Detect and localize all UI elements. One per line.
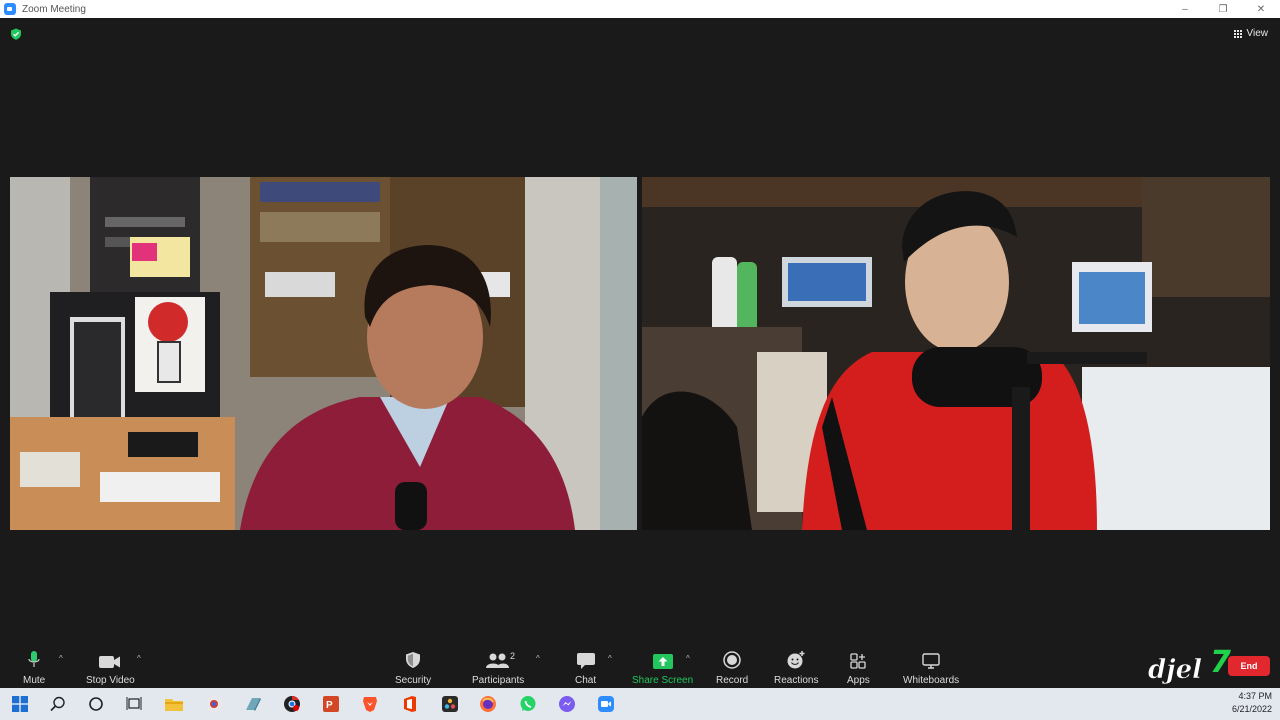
search-icon[interactable] — [48, 694, 68, 714]
svg-text:P: P — [326, 700, 333, 711]
view-label: View — [1246, 28, 1269, 39]
participant-video-tile[interactable] — [642, 177, 1270, 530]
powerpoint-icon[interactable]: P — [321, 694, 341, 714]
svg-text:djel: djel — [1148, 655, 1202, 685]
chat-button[interactable]: Chat — [575, 649, 596, 686]
zoom-window: Zoom Meeting – ❐ ✕ View Mute ^ Stop Vide… — [0, 0, 1280, 720]
app-icon[interactable] — [204, 694, 224, 714]
record-button[interactable]: Record — [716, 649, 748, 686]
reactions-button[interactable]: Reactions — [774, 649, 818, 686]
mute-button[interactable]: Mute — [23, 649, 45, 686]
firefox-icon[interactable] — [478, 694, 498, 714]
zoom-app-icon — [4, 3, 16, 15]
apps-button[interactable]: Apps — [847, 649, 870, 686]
smiley-plus-icon — [786, 649, 806, 669]
shield-check-icon[interactable] — [10, 28, 22, 40]
chat-options-caret[interactable]: ^ — [608, 654, 612, 663]
messenger-icon[interactable] — [557, 694, 577, 714]
apps-icon — [850, 649, 867, 669]
whatsapp-icon[interactable] — [518, 694, 538, 714]
participants-count: 2 — [510, 651, 516, 661]
participants-options-caret[interactable]: ^ — [536, 654, 540, 663]
cortana-icon[interactable] — [86, 694, 106, 714]
view-button[interactable]: View — [1234, 28, 1269, 39]
title-bar: Zoom Meeting – ❐ ✕ — [0, 0, 1280, 18]
clock-time: 4:37 PM — [1238, 691, 1272, 701]
windows-taskbar: P — [0, 688, 1280, 720]
meeting-toolbar: Mute ^ Stop Video ^ Security Participant… — [0, 645, 1280, 688]
participants-button[interactable]: Participants 2 — [472, 649, 524, 686]
system-clock[interactable]: 4:37 PM 6/21/2022 — [1232, 690, 1272, 716]
participants-icon — [485, 649, 511, 669]
windows-start-icon[interactable] — [10, 694, 30, 714]
share-screen-icon — [652, 649, 673, 669]
microphone-icon — [28, 649, 40, 669]
davinci-icon[interactable] — [440, 694, 460, 714]
brave-icon[interactable] — [360, 694, 380, 714]
clock-date: 6/21/2022 — [1231, 704, 1272, 714]
share-screen-button[interactable]: Share Screen — [632, 649, 693, 686]
whiteboard-icon — [922, 649, 940, 669]
shield-icon — [405, 649, 421, 669]
record-icon — [723, 649, 741, 669]
window-title: Zoom Meeting — [22, 3, 86, 15]
participant-video-tile[interactable] — [10, 177, 637, 530]
video-options-caret[interactable]: ^ — [137, 654, 141, 663]
security-button[interactable]: Security — [395, 649, 431, 686]
zoom-icon[interactable] — [596, 694, 616, 714]
chrome-icon[interactable] — [282, 694, 302, 714]
minimize-button[interactable]: – — [1166, 0, 1204, 18]
audio-options-caret[interactable]: ^ — [59, 654, 63, 663]
office-icon[interactable] — [400, 694, 420, 714]
task-view-icon[interactable] — [124, 694, 144, 714]
whiteboards-button[interactable]: Whiteboards — [903, 649, 959, 686]
share-options-caret[interactable]: ^ — [686, 654, 690, 663]
app-icon[interactable] — [243, 694, 263, 714]
stop-video-button[interactable]: Stop Video — [86, 649, 135, 686]
restore-button[interactable]: ❐ — [1204, 0, 1242, 18]
grid-icon — [1234, 29, 1243, 38]
video-camera-icon — [99, 649, 121, 669]
file-explorer-icon[interactable] — [164, 694, 184, 714]
close-button[interactable]: ✕ — [1242, 0, 1280, 18]
chat-bubble-icon — [576, 649, 595, 669]
end-meeting-button[interactable]: End — [1228, 656, 1270, 676]
